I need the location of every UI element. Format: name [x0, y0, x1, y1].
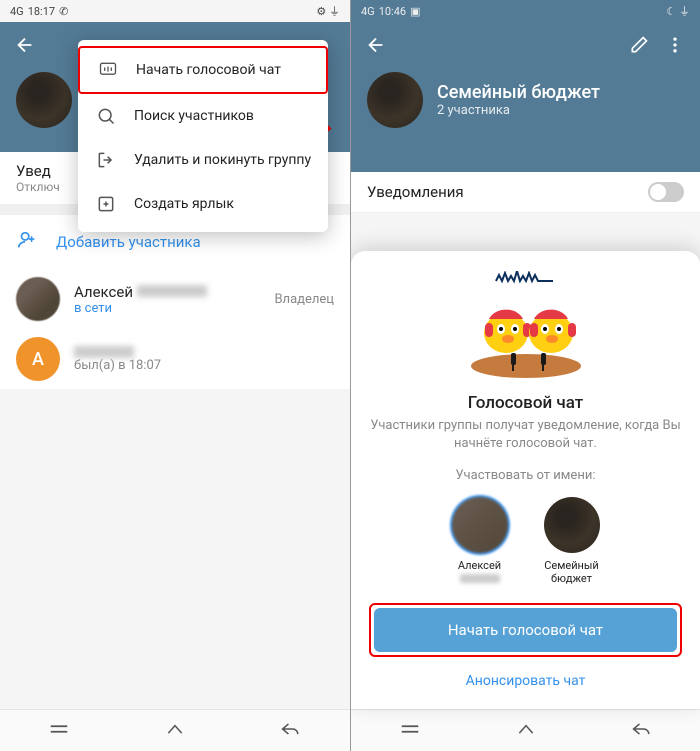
voice-chat-sheet: Голосовой чат Участники группы получат у…: [351, 251, 700, 709]
menu-leave-group[interactable]: Удалить и покинуть группу: [78, 138, 328, 182]
menu-create-shortcut[interactable]: Создать ярлык: [78, 182, 328, 226]
avatar: [544, 497, 600, 553]
avatar: [452, 497, 508, 553]
nav-recent[interactable]: [399, 721, 421, 740]
nav-back[interactable]: [280, 721, 302, 741]
avatar: А: [16, 337, 60, 381]
status-bar: 4G18:17✆ ⚙ ⏚: [0, 0, 350, 22]
group-subtitle: 2 участника: [437, 103, 600, 118]
start-voice-chat-button[interactable]: Начать голосовой чат: [374, 608, 677, 652]
menu-search-members[interactable]: Поиск участников: [78, 94, 328, 138]
sheet-title: Голосовой чат: [369, 393, 682, 413]
back-button[interactable]: [10, 30, 40, 60]
add-user-icon: [16, 229, 38, 255]
back-button[interactable]: [361, 30, 391, 60]
group-avatar[interactable]: [367, 72, 423, 128]
sheet-description: Участники группы получат уведомление, ко…: [369, 417, 682, 453]
identity-user[interactable]: Алексей: [444, 497, 516, 585]
more-button[interactable]: [660, 30, 690, 60]
nav-back[interactable]: [631, 721, 653, 741]
menu-start-voice-chat[interactable]: Начать голосовой чат: [78, 46, 328, 94]
nav-recent[interactable]: [48, 721, 70, 740]
notifications-toggle[interactable]: [648, 182, 684, 202]
shortcut-icon: [94, 194, 118, 214]
member-row[interactable]: А был(а) в 18:07: [0, 329, 350, 389]
status-bar: 4G10:46▣ ☾ ⏚: [351, 0, 700, 22]
group-title: Семейный бюджет: [437, 82, 600, 103]
voice-chat-icon: [96, 60, 120, 80]
voice-chat-sticker: [369, 271, 682, 381]
notifications-row[interactable]: Уведомления: [351, 172, 700, 213]
search-icon: [94, 106, 118, 126]
leave-icon: [94, 150, 118, 170]
avatar: [16, 277, 60, 321]
start-button-highlight: Начать голосовой чат: [369, 603, 682, 657]
member-row[interactable]: Алексей в сети Владелец: [0, 269, 350, 329]
nav-bar: [351, 709, 700, 751]
nav-bar: [0, 709, 350, 751]
group-avatar[interactable]: [16, 72, 72, 128]
edit-button[interactable]: [624, 30, 654, 60]
participate-label: Участвовать от имени:: [369, 468, 682, 483]
options-menu: Начать голосовой чат Поиск участников Уд…: [78, 40, 328, 232]
identity-group[interactable]: Семейный бюджет: [536, 497, 608, 585]
announce-chat-link[interactable]: Анонсировать чат: [369, 667, 682, 695]
group-header: Семейный бюджет 2 участника: [351, 22, 700, 172]
nav-home[interactable]: [165, 721, 185, 741]
nav-home[interactable]: [516, 721, 536, 741]
